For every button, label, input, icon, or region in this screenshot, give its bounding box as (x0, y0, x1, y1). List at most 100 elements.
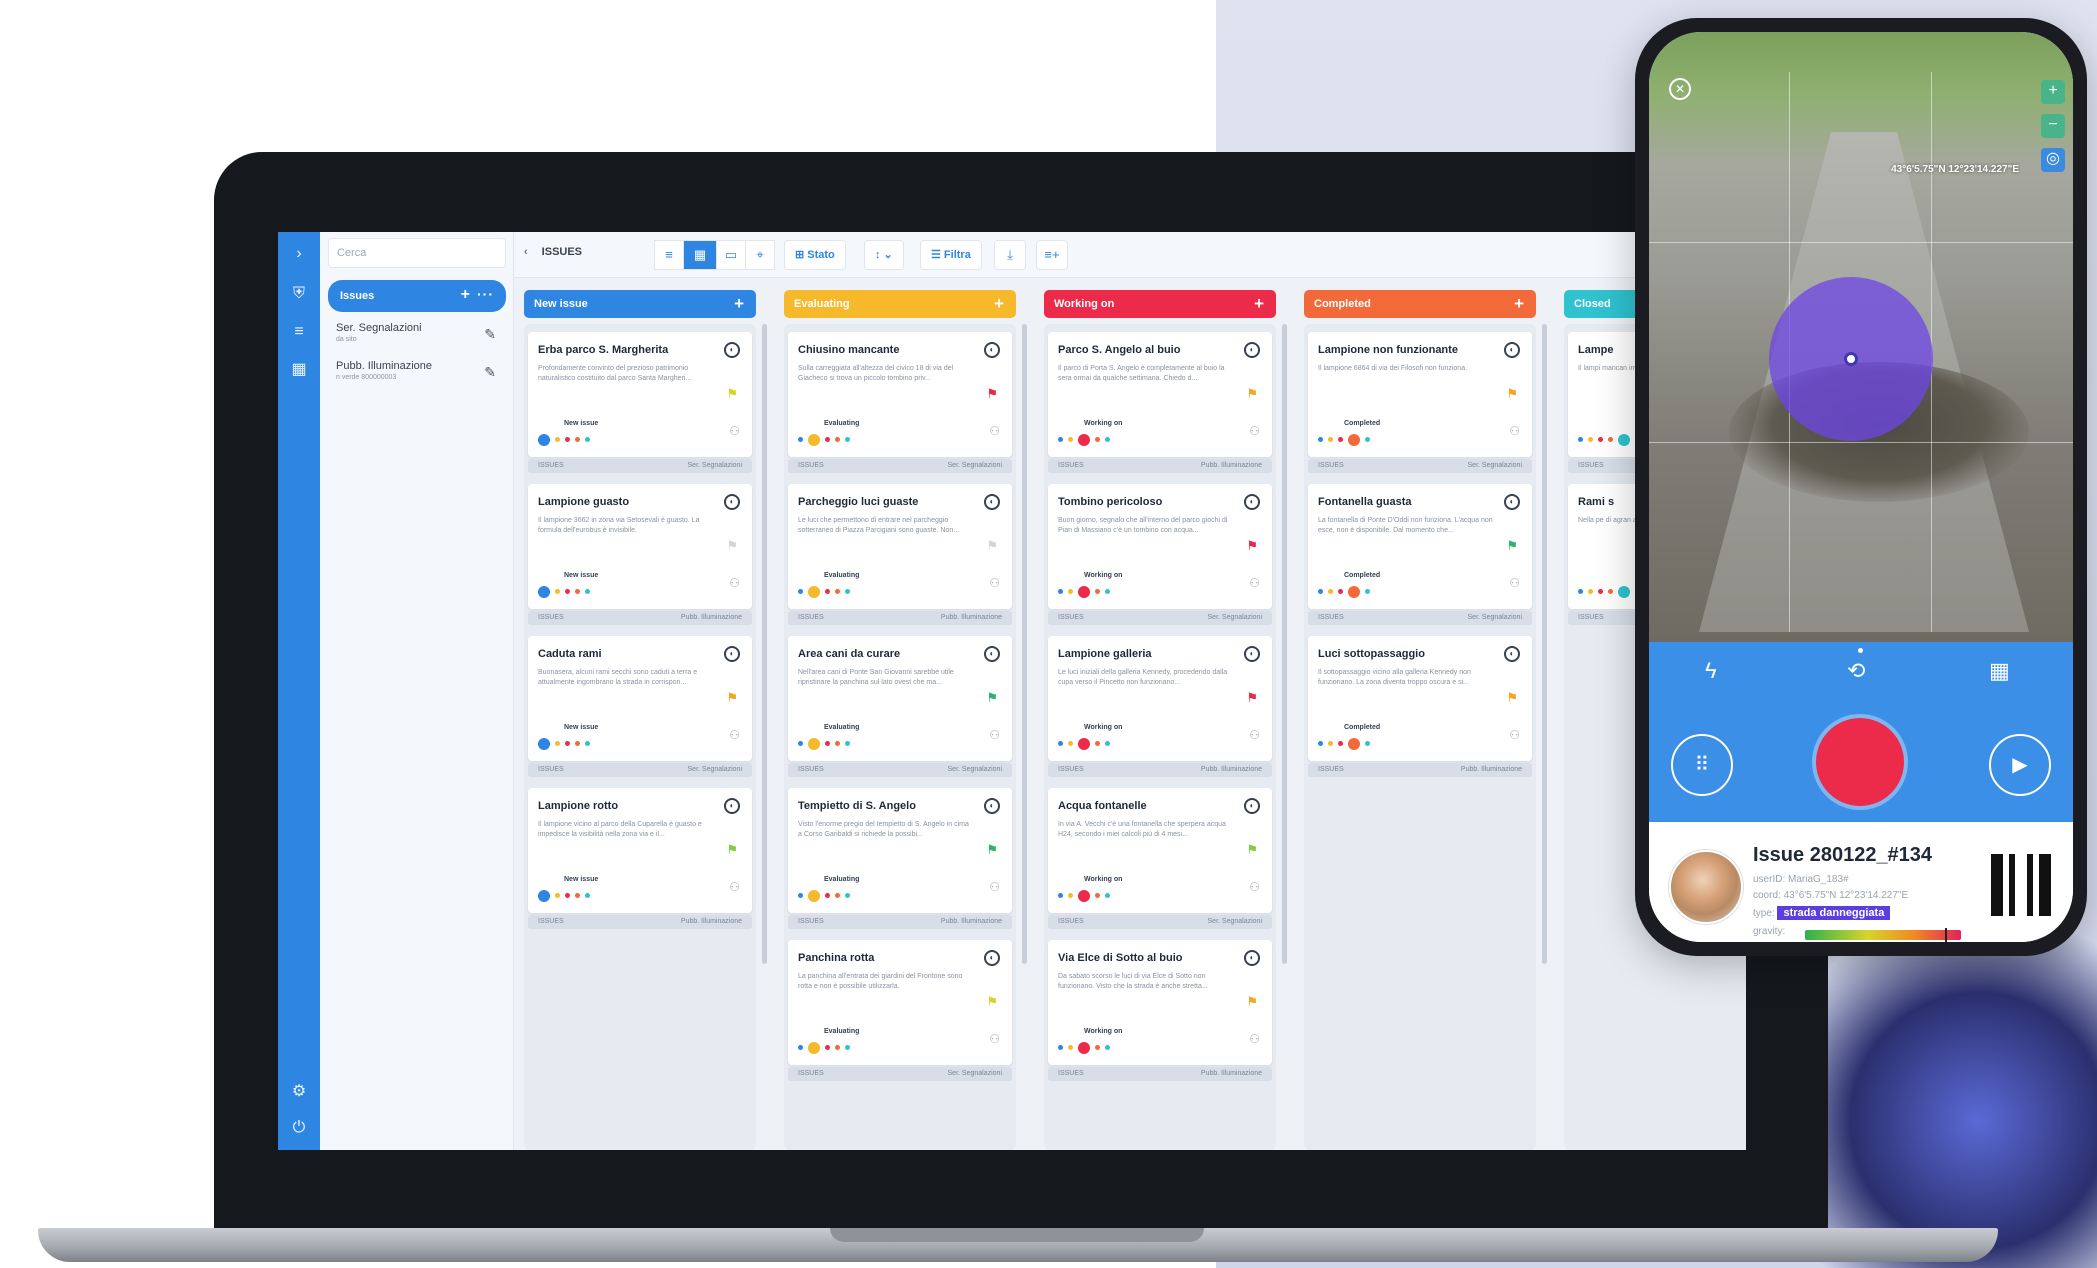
assign-user-icon[interactable]: ⚇ (1249, 424, 1260, 438)
issue-card[interactable]: Lampione non funzionante ◐ Il lampione 686… (1308, 332, 1532, 475)
column-header[interactable]: New issue + (524, 290, 756, 318)
flag-icon[interactable]: ⚑ (986, 994, 998, 1010)
flag-icon[interactable]: ⚑ (726, 690, 738, 706)
assign-user-icon[interactable]: ⚇ (1509, 576, 1520, 590)
issue-card[interactable]: Caduta rami ◐ Buonasera, alcuni rami secch… (528, 636, 752, 779)
assign-user-icon[interactable]: ⚇ (1249, 1032, 1260, 1046)
settings-icon[interactable]: ⚙ (289, 1082, 309, 1102)
column-header[interactable]: Working on + (1044, 290, 1276, 318)
assign-user-icon[interactable]: ⚇ (1249, 576, 1260, 590)
assign-user-icon[interactable]: ⚇ (1509, 424, 1520, 438)
issue-card[interactable]: Parco S. Angelo al buio ◐ Il parco di Port… (1048, 332, 1272, 475)
flag-icon[interactable]: ⚑ (726, 842, 738, 858)
assign-user-icon[interactable]: ⚇ (1249, 880, 1260, 894)
issue-card[interactable]: Via Elce di Sotto al buio ◐ Da sabato scor… (1048, 940, 1272, 1083)
flag-icon[interactable]: ⚑ (1246, 994, 1258, 1010)
grid-icon[interactable]: ▦ (1989, 658, 2010, 684)
flag-icon[interactable]: ⚑ (726, 538, 738, 554)
issue-card[interactable]: Panchina rotta ◐ La panchina all'entrata d… (788, 940, 1012, 1083)
issue-card[interactable]: Area cani da curare ◐ Nell'area cani di Po… (788, 636, 1012, 779)
priority-icon[interactable]: ◐ (1244, 494, 1260, 510)
board-view-button[interactable]: ▦ (683, 240, 717, 270)
target-circle[interactable] (1769, 277, 1933, 441)
priority-icon[interactable]: ◐ (724, 798, 740, 814)
grid-icon[interactable]: ▦ (289, 360, 309, 380)
priority-icon[interactable]: ◐ (724, 646, 740, 662)
flag-icon[interactable]: ⚑ (1506, 690, 1518, 706)
calendar-view-button[interactable]: ▭ (716, 240, 746, 270)
add-icon[interactable]: + (461, 286, 470, 304)
issue-card[interactable]: Fontanella guasta ◐ La fontanella di Ponte… (1308, 484, 1532, 627)
issue-card[interactable]: Acqua fontanelle ◐ In via A. Vecchi c'è un… (1048, 788, 1272, 931)
zoom-in-icon[interactable]: + (2041, 80, 2065, 104)
flag-icon[interactable]: ⚑ (1246, 690, 1258, 706)
assign-user-icon[interactable]: ⚇ (1509, 728, 1520, 742)
issue-card[interactable]: Tempietto di S. Angelo ◐ Visto l'enorme pr… (788, 788, 1012, 931)
sort-button[interactable]: ↕ ⌄ (864, 240, 904, 270)
more-icon[interactable]: ··· (477, 286, 494, 302)
column-header[interactable]: Completed + (1304, 290, 1536, 318)
back-chevron-icon[interactable]: ‹ (524, 246, 528, 258)
scrollbar[interactable] (1282, 324, 1287, 964)
sidebar-item-illuminazione[interactable]: Pubb. Illuminazione n verde 800000003 ✎ (328, 356, 506, 390)
sidebar-item-issues[interactable]: Issues + ··· (328, 280, 506, 312)
assign-user-icon[interactable]: ⚇ (729, 576, 740, 590)
priority-icon[interactable]: ◐ (1244, 342, 1260, 358)
list-icon[interactable]: ≡ (289, 322, 309, 342)
priority-icon[interactable]: ◐ (984, 494, 1000, 510)
flag-icon[interactable]: ⚑ (1246, 386, 1258, 402)
priority-icon[interactable]: ◐ (1504, 342, 1520, 358)
scrollbar[interactable] (1542, 324, 1547, 964)
issue-card[interactable]: Erba parco S. Margherita ◐ Profondamente c… (528, 332, 752, 475)
flag-icon[interactable]: ⚑ (986, 538, 998, 554)
assign-user-icon[interactable]: ⚇ (989, 728, 1000, 742)
issue-card[interactable]: Lampione guasto ◐ Il lampione 3662 in zona… (528, 484, 752, 627)
edit-icon[interactable]: ✎ (484, 326, 496, 343)
flag-icon[interactable]: ⚑ (986, 842, 998, 858)
add-card-icon[interactable]: + (1254, 294, 1264, 314)
flag-icon[interactable]: ⚑ (1246, 842, 1258, 858)
assign-user-icon[interactable]: ⚇ (989, 1032, 1000, 1046)
list-view-button[interactable]: ≡ (654, 240, 684, 270)
expand-chevron-icon[interactable]: › (289, 244, 309, 264)
map-view-button[interactable]: ⌖ (745, 240, 775, 270)
priority-icon[interactable]: ◐ (984, 646, 1000, 662)
assign-user-icon[interactable]: ⚇ (729, 424, 740, 438)
search-input[interactable]: Cerca (328, 238, 506, 268)
priority-icon[interactable]: ◐ (1504, 646, 1520, 662)
scrollbar[interactable] (1022, 324, 1027, 964)
assign-user-icon[interactable]: ⚇ (989, 424, 1000, 438)
assign-user-icon[interactable]: ⚇ (729, 880, 740, 894)
assign-user-icon[interactable]: ⚇ (729, 728, 740, 742)
zoom-out-icon[interactable]: − (2041, 114, 2065, 138)
add-card-icon[interactable]: + (1514, 294, 1524, 314)
issue-card[interactable]: Chiusino mancante ◐ Sulla carreggiata all'… (788, 332, 1012, 475)
apps-icon[interactable]: ⠿ (1671, 734, 1733, 796)
priority-icon[interactable]: ◐ (724, 342, 740, 358)
issue-card[interactable]: Luci sottopassaggio ◐ Il sottopassaggio vi… (1308, 636, 1532, 779)
priority-icon[interactable]: ◐ (1244, 798, 1260, 814)
priority-icon[interactable]: ◐ (984, 798, 1000, 814)
priority-icon[interactable]: ◐ (1504, 494, 1520, 510)
download-button[interactable]: ⤓ (994, 240, 1026, 270)
shield-icon[interactable]: ⛨ (289, 284, 309, 304)
sidebar-item-segnalazioni[interactable]: Ser. Segnalazioni da sito ✎ (328, 318, 506, 352)
logout-icon[interactable]: ⏻ (289, 1118, 309, 1138)
flag-icon[interactable]: ⚑ (986, 690, 998, 706)
flag-icon[interactable]: ⚑ (1506, 538, 1518, 554)
edit-icon[interactable]: ✎ (484, 364, 496, 381)
priority-icon[interactable]: ◐ (1244, 950, 1260, 966)
scrollbar[interactable] (762, 324, 767, 964)
flag-icon[interactable]: ⚑ (1246, 538, 1258, 554)
flag-icon[interactable]: ⚑ (726, 386, 738, 402)
assign-user-icon[interactable]: ⚇ (989, 576, 1000, 590)
add-card-icon[interactable]: + (734, 294, 744, 314)
close-icon[interactable]: ✕ (1669, 78, 1691, 100)
stato-button[interactable]: ⊞ Stato (784, 240, 846, 270)
flag-icon[interactable]: ⚑ (1506, 386, 1518, 402)
issue-card[interactable]: Lampione galleria ◐ Le luci iniziali della… (1048, 636, 1272, 779)
column-header[interactable]: Evaluating + (784, 290, 1016, 318)
priority-icon[interactable]: ◐ (724, 494, 740, 510)
issue-card[interactable]: Tombino pericoloso ◐ Buon giorno, segnalo … (1048, 484, 1272, 627)
flash-icon[interactable]: ϟ (1705, 658, 1717, 684)
